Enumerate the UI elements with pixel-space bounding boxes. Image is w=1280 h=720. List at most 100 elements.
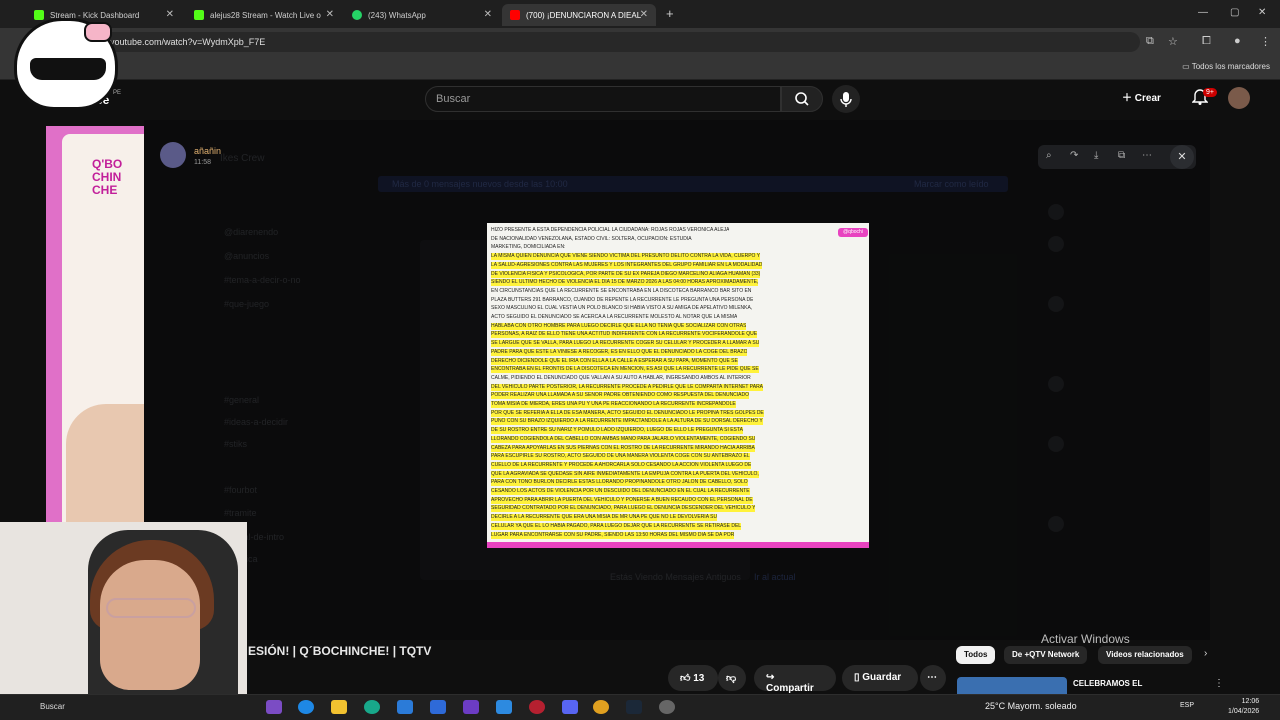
visual-studio-icon[interactable] bbox=[463, 700, 479, 714]
zoom-icon[interactable]: ⌕ bbox=[1046, 150, 1052, 161]
edge-icon[interactable] bbox=[298, 700, 314, 714]
outlook-icon[interactable] bbox=[430, 700, 446, 714]
install-icon[interactable]: ⧉ bbox=[1146, 35, 1154, 48]
police-report-image: HIZO PRESENTE A ESTA DEPENDENCIA POLICIA… bbox=[487, 223, 869, 548]
vscode-icon[interactable] bbox=[496, 700, 512, 714]
report-line: PARA CON TONO BURLON DECIRLE ESTAS LLORA… bbox=[491, 479, 748, 487]
kick-icon bbox=[194, 10, 204, 20]
image-bottom-bar bbox=[487, 542, 869, 548]
report-line: DE VIOLENCIA FISICA Y PSICOLOGICA, POR P… bbox=[491, 270, 761, 278]
profile-icon[interactable]: ● bbox=[1234, 35, 1241, 47]
logo-bow bbox=[84, 22, 112, 42]
url-field[interactable]: youtube.com/watch?v=WydmXpb_F7E bbox=[100, 32, 1140, 52]
download-icon[interactable]: ⤓ bbox=[1094, 150, 1098, 161]
poster-name: añañin bbox=[194, 146, 222, 156]
extensions-icon[interactable]: ⧠ bbox=[1202, 35, 1211, 48]
report-line: LA MISMA QUIEN DENUNCIA QUE VIENE SIENDO… bbox=[491, 253, 761, 261]
report-line: HIZO PRESENTE A ESTA DEPENDENCIA POLICIA… bbox=[491, 227, 730, 233]
save-button[interactable]: ▯ Guardar bbox=[842, 665, 918, 691]
close-icon[interactable]: ✕ bbox=[640, 9, 648, 20]
report-line: LA SALUD-AGRESIONES CONTRA LAS MUJERES Y… bbox=[491, 261, 763, 269]
app-icon[interactable] bbox=[659, 700, 675, 714]
tab-title: (700) ¡DENUNCIARON A DIEAL bbox=[526, 10, 642, 20]
new-tab-button[interactable]: + bbox=[666, 6, 674, 21]
star-icon[interactable]: ☆ bbox=[1168, 35, 1178, 48]
report-line: ACTO SEGUIDO EL DENUNCIADO SE ACERCA A L… bbox=[491, 314, 738, 320]
share-button[interactable]: ↪ Compartir bbox=[754, 665, 836, 694]
chevron-right-icon[interactable]: › bbox=[1204, 648, 1207, 659]
report-line: POR QUE SE REFERIA A ELLA DE ESA MANERA,… bbox=[491, 409, 764, 417]
open-external-icon[interactable]: ⧉ bbox=[1118, 150, 1125, 161]
search-button[interactable] bbox=[781, 86, 823, 112]
report-line: LLORANDO COGIENDOLA DEL CABELLO CON AMBA… bbox=[491, 435, 756, 443]
report-line: PARA ESCUPIRLE SU ROSTRO, ACTO SEGUIDO D… bbox=[491, 453, 750, 461]
tab-title: (243) WhatsApp bbox=[368, 10, 426, 20]
create-button[interactable]: ＋ Crear bbox=[1122, 89, 1161, 104]
language-indicator[interactable]: ESP bbox=[1180, 702, 1194, 709]
forward-icon[interactable]: ↷ bbox=[1070, 150, 1078, 161]
chrome-icon[interactable] bbox=[593, 700, 609, 714]
browser-tab-strip: Stream - Kick Dashboard ✕ alejus28 Strea… bbox=[0, 0, 1280, 28]
report-line: PERSONAS, A RAIZ DE ELLO TIENE UNA ACTIT… bbox=[491, 331, 758, 339]
clock-date: 1/04/2026 bbox=[1228, 708, 1260, 715]
like-button[interactable]: 👍︎ 13 bbox=[668, 665, 718, 691]
person-shape bbox=[66, 404, 146, 522]
close-icon[interactable]: ✕ bbox=[166, 9, 174, 20]
copilot-icon[interactable] bbox=[266, 700, 282, 714]
activate-windows-title: Activar Windows bbox=[1041, 632, 1130, 646]
kick-icon bbox=[34, 10, 44, 20]
close-icon[interactable]: ✕ bbox=[326, 9, 334, 20]
steam-icon[interactable] bbox=[626, 700, 642, 714]
report-line: CESANDO LOS ACTOS DE VIOLENCIA POR UN DE… bbox=[491, 488, 750, 495]
discord-icon[interactable] bbox=[562, 700, 578, 714]
video-frame: Q'BO CHIN CHE bbox=[62, 134, 146, 522]
menu-icon[interactable]: ⋮ bbox=[1260, 35, 1271, 48]
report-line: LUGAR PARA ENCONTRARSE CON SU PADRE, SIE… bbox=[491, 531, 735, 539]
report-line: DECIRLE A LA RECURRENTE QUE ERA UNA MISI… bbox=[491, 514, 718, 522]
close-icon[interactable]: ✕ bbox=[484, 9, 492, 20]
store-icon[interactable] bbox=[397, 700, 413, 714]
tab-title: alejus28 Stream - Watch Live o bbox=[210, 10, 321, 20]
all-bookmarks-button[interactable]: ▭ Todos los marcadores bbox=[1182, 62, 1270, 71]
voice-search-button[interactable] bbox=[832, 85, 860, 113]
close-viewer-button[interactable]: ✕ bbox=[1170, 145, 1194, 169]
chip-channel[interactable]: De +QTV Network bbox=[1004, 646, 1088, 664]
more-actions-button[interactable]: ⋯ bbox=[920, 665, 946, 691]
video-title: ESIÓN! | Q´BOCHINCHE! | TQTV bbox=[248, 644, 432, 658]
poster-time: 11:58 bbox=[194, 159, 211, 166]
report-line: PADRE PARA QUE ESTE LA VINIESE A RECOGER… bbox=[491, 348, 748, 356]
report-line: CELULAR YA QUE EL LO HABIA PAGADO, PARA … bbox=[491, 522, 742, 530]
tab-kick-stream[interactable]: alejus28 Stream - Watch Live o ✕ bbox=[186, 4, 342, 26]
report-line: CABEZA PARA APOYARLAS EN SUS PIERNAS CON… bbox=[491, 444, 755, 452]
maximize-icon[interactable]: ▢ bbox=[1230, 7, 1239, 18]
user-avatar[interactable] bbox=[1228, 87, 1250, 109]
minimize-icon[interactable]: — bbox=[1198, 7, 1208, 18]
more-icon[interactable]: ⋯ bbox=[1142, 150, 1152, 161]
clock[interactable]: 12:06 1/04/2026 bbox=[1228, 697, 1259, 717]
close-window-icon[interactable]: ✕ bbox=[1258, 7, 1266, 18]
tab-whatsapp[interactable]: (243) WhatsApp ✕ bbox=[344, 4, 500, 26]
url-text: youtube.com/watch?v=WydmXpb_F7E bbox=[110, 37, 266, 47]
report-line: ENCONTRABA EN EL FRONTIS DE LA DISCOTECA… bbox=[491, 366, 759, 374]
report-line: SEXO MASCULINO EL CUAL VESTIA UN POLO BL… bbox=[491, 305, 753, 312]
app-icon[interactable] bbox=[364, 700, 380, 714]
webcam-person-glasses bbox=[106, 598, 196, 618]
dislike-button[interactable]: 👎︎ bbox=[718, 665, 746, 691]
more-icon[interactable]: ⋮ bbox=[1214, 678, 1224, 689]
file-explorer-icon[interactable] bbox=[331, 700, 347, 714]
report-line: CUELLO DE LA RECURRENTE Y PROCEDE A AHOR… bbox=[491, 461, 752, 469]
webcam-person-face bbox=[100, 560, 200, 690]
share-label: Compartir bbox=[766, 683, 814, 694]
youtube-icon bbox=[510, 10, 520, 20]
report-line: DE NACIONALIDAD VENEZOLANA, ESTADO CIVIL… bbox=[491, 235, 692, 242]
weather-widget[interactable]: 25°C Mayorm. soleado bbox=[985, 701, 1077, 711]
taskbar-search[interactable]: Buscar bbox=[40, 702, 65, 711]
chip-related[interactable]: Videos relacionados bbox=[1098, 646, 1192, 664]
youtube-header: ube PE Buscar ＋ Crear bbox=[0, 81, 1280, 121]
all-bookmarks-label: Todos los marcadores bbox=[1191, 62, 1270, 71]
chip-todos[interactable]: Todos bbox=[956, 646, 996, 664]
recommended-title[interactable]: CELEBRAMOS EL bbox=[1073, 679, 1142, 688]
search-input[interactable]: Buscar bbox=[425, 86, 781, 112]
obs-icon[interactable] bbox=[529, 700, 545, 714]
tab-youtube-video[interactable]: (700) ¡DENUNCIARON A DIEAL ✕ bbox=[502, 4, 656, 26]
